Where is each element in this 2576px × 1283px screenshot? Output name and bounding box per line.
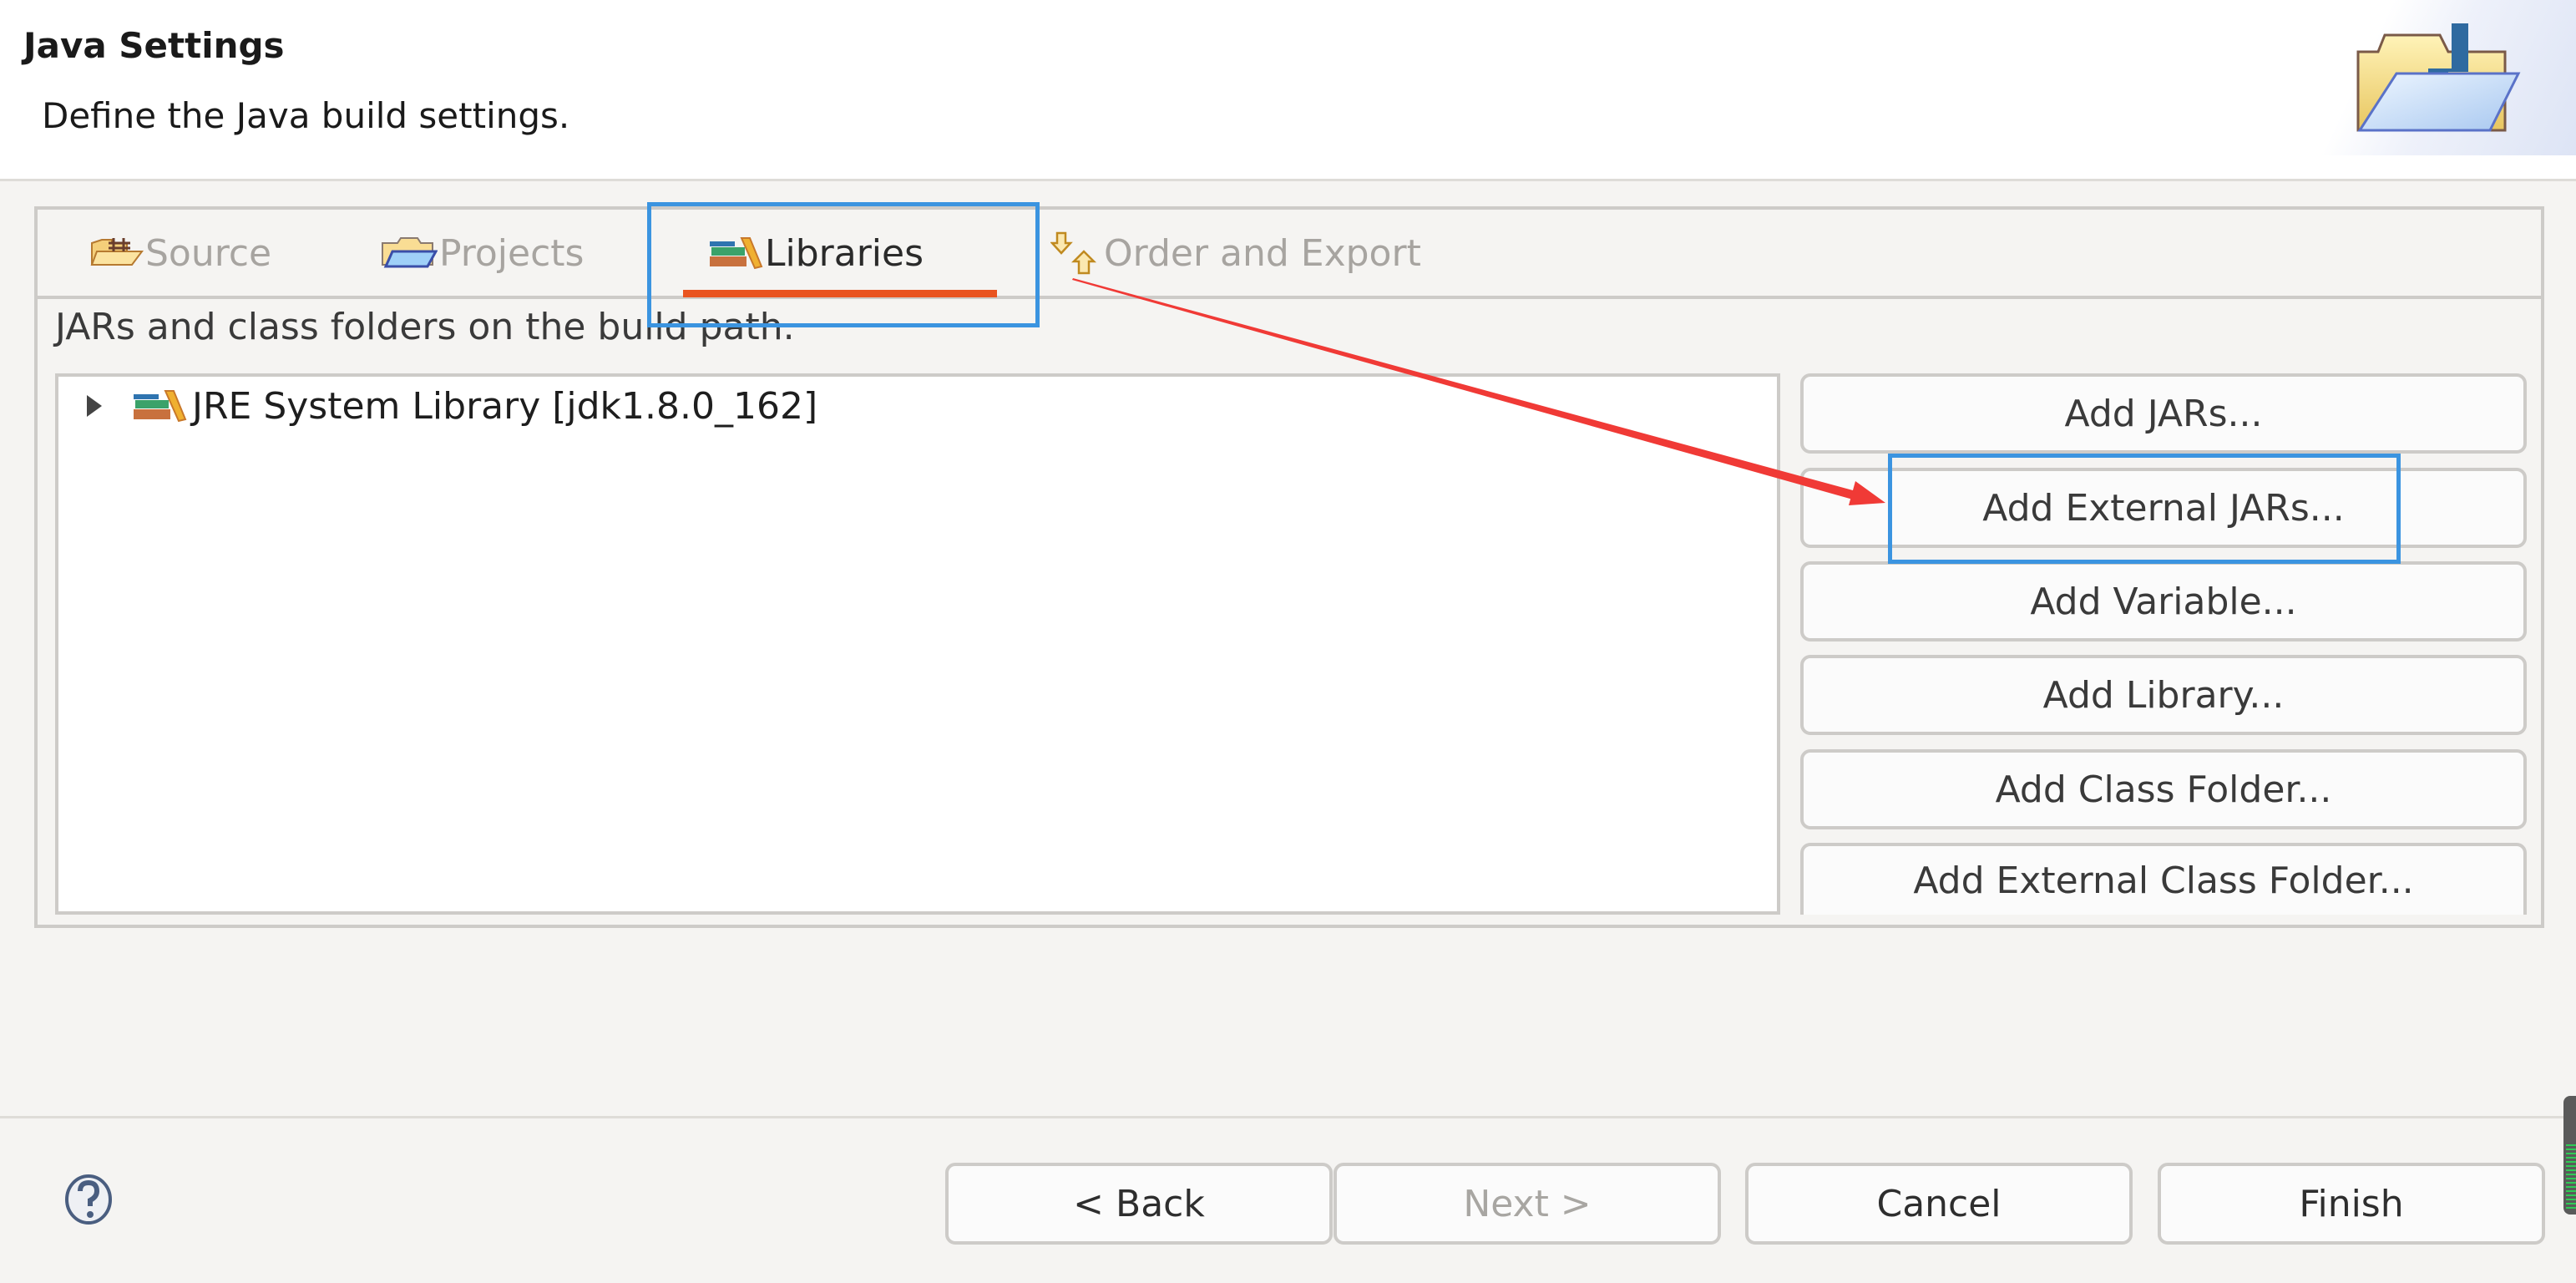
tree-item-jre-system-library[interactable]: JRE System Library [jdk1.8.0_162] [80,381,817,431]
projects-folder-icon [382,237,438,268]
footer-separator [0,1116,2576,1118]
wizard-header [0,0,2576,181]
add-library-button[interactable]: Add Library... [1800,655,2527,735]
next-button[interactable]: Next > [1334,1163,1721,1245]
cancel-button[interactable]: Cancel [1745,1163,2133,1245]
add-jars-button[interactable]: Add JARs... [1800,373,2527,454]
tab-libraries[interactable]: Libraries [708,230,924,276]
add-external-jars-button[interactable]: Add External JARs... [1800,468,2527,548]
add-class-folder-button[interactable]: Add Class Folder... [1800,749,2527,829]
page-description: Define the Java build settings. [42,95,570,136]
help-icon[interactable] [63,1173,114,1226]
active-tab-indicator [683,290,997,297]
library-icon [134,390,187,423]
libraries-description: JARs and class folders on the build path… [55,306,795,348]
java-folder-wizard-icon [2356,23,2521,132]
add-variable-button[interactable]: Add Variable... [1800,561,2527,642]
finish-button[interactable]: Finish [2158,1163,2545,1245]
tab-libraries-label: Libraries [765,231,924,275]
libraries-icon [710,237,763,270]
tree-item-label: JRE System Library [jdk1.8.0_162] [192,384,818,428]
order-export-icon [1050,231,1097,275]
add-external-class-folder-button[interactable]: Add External Class Folder... [1800,843,2527,915]
page-title: Java Settings [23,25,285,66]
tab-order-and-export[interactable]: Order and Export [1050,230,1421,276]
tab-source[interactable]: Source [90,230,271,276]
tab-projects-label: Projects [439,231,585,275]
side-meter-fill [2566,1144,2576,1209]
build-path-tree[interactable] [55,373,1780,915]
tab-order-and-export-label: Order and Export [1104,231,1421,275]
tab-projects[interactable]: Projects [381,230,584,276]
expand-arrow-icon[interactable] [87,395,102,417]
tab-source-label: Source [145,231,272,275]
source-folder-icon [90,238,144,266]
back-button[interactable]: < Back [945,1163,1333,1245]
